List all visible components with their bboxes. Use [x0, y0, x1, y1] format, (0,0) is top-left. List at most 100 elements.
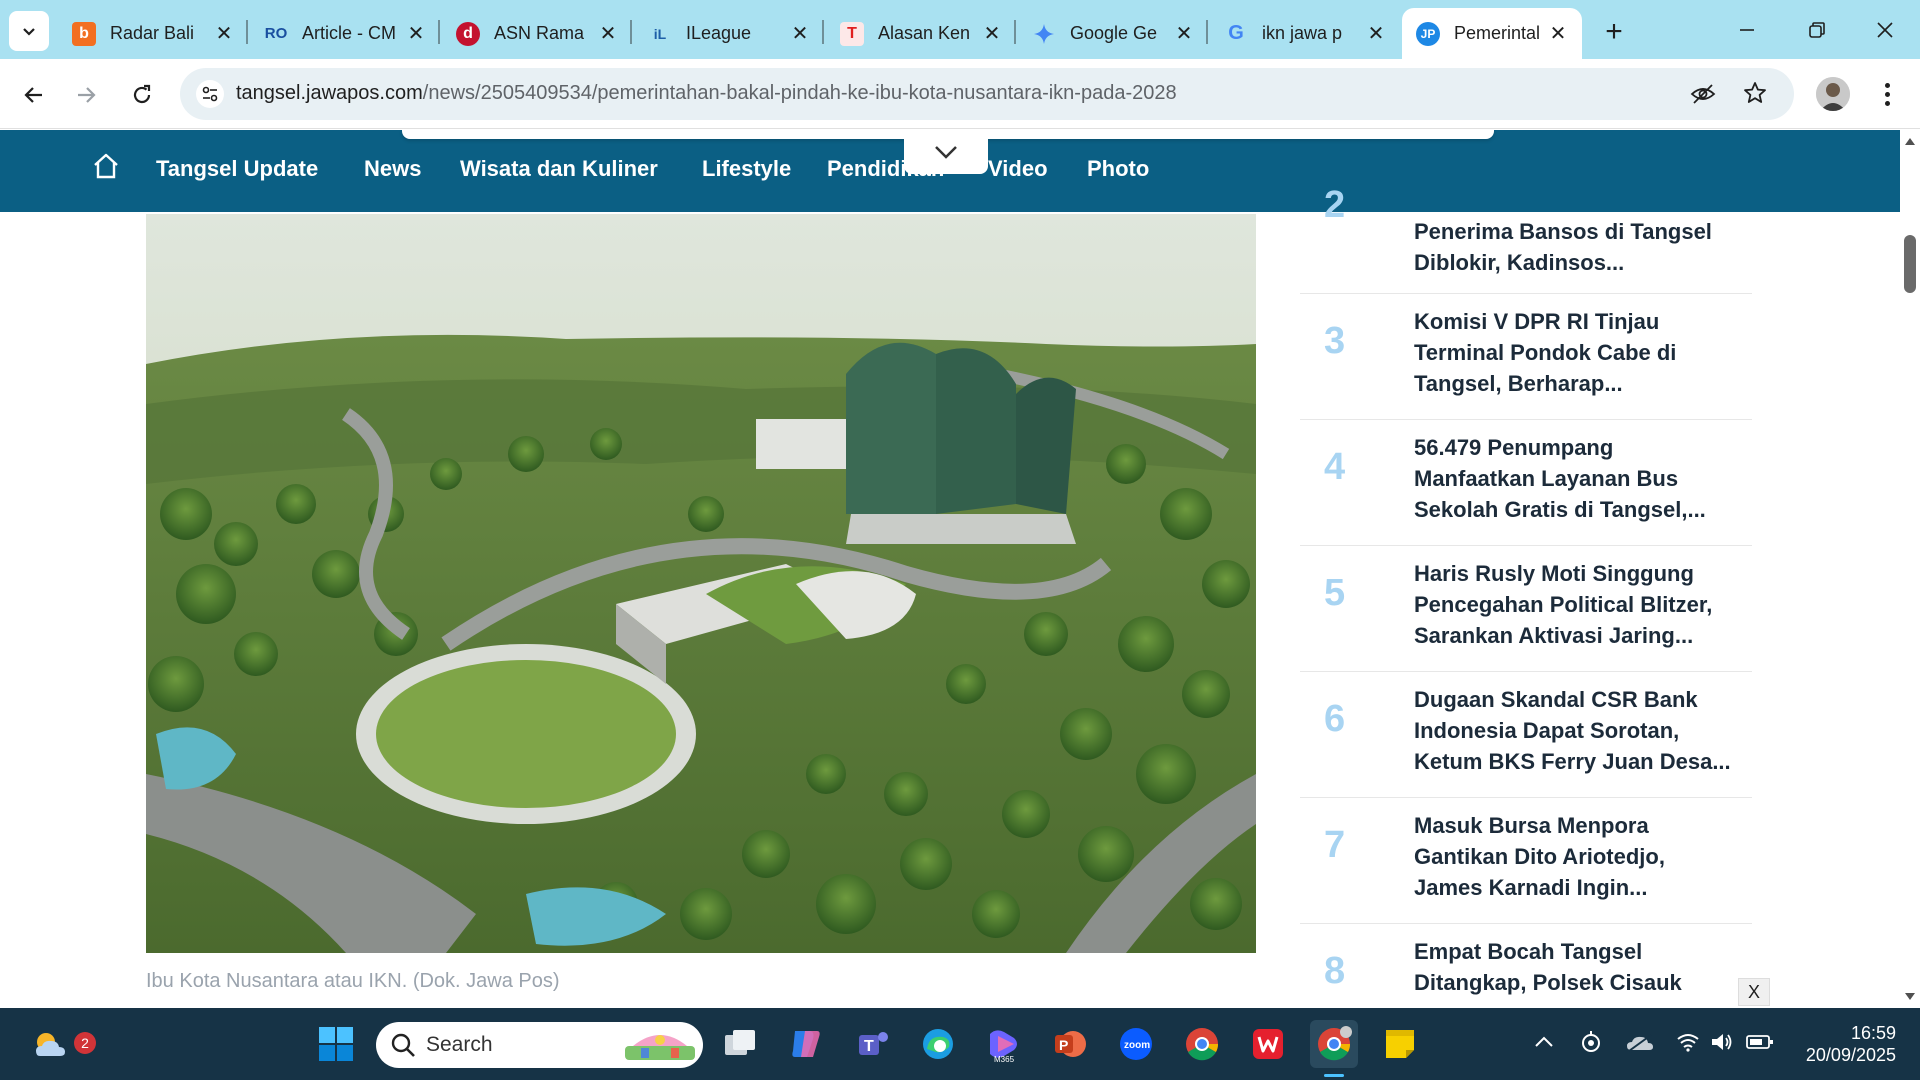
trending-title[interactable]: Penerima Bansos di Tangsel Diblokir, Kad… — [1414, 216, 1734, 278]
tab-radar-bali[interactable]: b Radar Bali ✕ — [58, 8, 248, 59]
nav-link-tangsel-update[interactable]: Tangsel Update — [156, 156, 318, 182]
chrome-profile-app-active[interactable] — [1310, 1020, 1358, 1068]
volume-icon[interactable] — [1710, 1032, 1734, 1052]
tab-google-search[interactable]: G ikn jawa p ✕ — [1210, 8, 1400, 59]
forward-button[interactable] — [66, 75, 106, 115]
edge-icon — [923, 1029, 953, 1059]
edge-app[interactable] — [914, 1020, 962, 1068]
nav-link-wisata-kuliner[interactable]: Wisata dan Kuliner — [460, 156, 658, 182]
wifi-icon[interactable] — [1676, 1032, 1700, 1052]
teams-icon: T — [859, 1032, 888, 1055]
close-tab-icon[interactable]: ✕ — [1174, 23, 1194, 45]
nav-link-video[interactable]: Video — [988, 156, 1048, 182]
tab-google-gemini[interactable]: Google Ge ✕ — [1018, 8, 1208, 59]
trending-item[interactable]: 7 Masuk Bursa Menpora Gantikan Dito Ario… — [1300, 798, 1752, 924]
nav-link-news[interactable]: News — [364, 156, 421, 182]
trending-title[interactable]: Komisi V DPR RI Tinjau Terminal Pondok C… — [1414, 306, 1734, 399]
tab-alasan-ken[interactable]: T Alasan Ken ✕ — [826, 8, 1016, 59]
search-icon — [391, 1033, 415, 1057]
close-window-button[interactable] — [1860, 10, 1910, 50]
restore-icon — [1809, 22, 1825, 38]
close-ad-button[interactable]: X — [1738, 978, 1770, 1006]
zoom-app[interactable]: zoom — [1112, 1020, 1160, 1068]
chrome-icon — [1318, 1026, 1352, 1061]
trending-title[interactable]: Empat Bocah Tangsel Ditangkap, Polsek Ci… — [1414, 936, 1734, 998]
nav-link-lifestyle[interactable]: Lifestyle — [702, 156, 791, 182]
trending-item[interactable]: 3 Komisi V DPR RI Tinjau Terminal Pondok… — [1300, 294, 1752, 420]
bookmark-button[interactable] — [1742, 80, 1768, 111]
chrome-app[interactable] — [1178, 1020, 1226, 1068]
expand-header-button[interactable] — [904, 130, 988, 174]
tab-ileague[interactable]: iL ILeague ✕ — [634, 8, 824, 59]
notification-badge: 2 — [74, 1032, 96, 1054]
star-icon — [1744, 82, 1766, 103]
trending-title[interactable]: 56.479 Penumpang Manfaatkan Layanan Bus … — [1414, 432, 1734, 525]
sticky-notes-app[interactable] — [1376, 1020, 1424, 1068]
url-text[interactable]: tangsel.jawapos.com/news/2505409534/peme… — [236, 82, 1177, 105]
weather-widget[interactable]: 2 — [26, 1020, 96, 1068]
teams-app[interactable]: T — [848, 1020, 896, 1068]
browser-toolbar: tangsel.jawapos.com/news/2505409534/peme… — [0, 59, 1920, 129]
browser-menu-button[interactable] — [1872, 77, 1902, 111]
location-icon[interactable] — [1580, 1030, 1602, 1054]
tab-search-button[interactable] — [9, 11, 49, 51]
scroll-down-icon[interactable] — [1904, 992, 1916, 1002]
m365-app[interactable]: M365 — [980, 1020, 1028, 1068]
close-tab-icon[interactable]: ✕ — [214, 23, 234, 45]
trending-item[interactable]: 2 Penerima Bansos di Tangsel Diblokir, K… — [1300, 130, 1752, 294]
site-info-button[interactable] — [196, 80, 224, 108]
scroll-up-icon[interactable] — [1904, 136, 1916, 146]
home-icon[interactable] — [92, 152, 120, 180]
jawapos-favicon-icon: JP — [1416, 21, 1440, 46]
close-tab-icon[interactable]: ✕ — [598, 23, 618, 45]
page-scrollbar[interactable] — [1900, 130, 1920, 1008]
trending-title[interactable]: Masuk Bursa Menpora Gantikan Dito Ariote… — [1414, 810, 1734, 903]
minimize-button[interactable] — [1722, 10, 1772, 50]
minimize-icon — [1740, 29, 1754, 31]
trending-item[interactable]: 5 Haris Rusly Moti Singgung Pencegahan P… — [1300, 546, 1752, 672]
tab-title: Alasan Ken — [878, 23, 971, 43]
new-tab-button[interactable]: + — [1596, 14, 1632, 50]
start-button[interactable] — [312, 1020, 360, 1068]
tab-strip: b Radar Bali ✕ RO Article - CM ✕ d ASN R… — [0, 0, 1920, 59]
trending-item[interactable]: 4 56.479 Penumpang Manfaatkan Layanan Bu… — [1300, 420, 1752, 546]
powerpoint-app[interactable]: P — [1046, 1020, 1094, 1068]
wps-app[interactable] — [1244, 1020, 1292, 1068]
close-tab-icon[interactable]: ✕ — [790, 23, 810, 45]
restore-button[interactable] — [1792, 10, 1842, 50]
tab-asn-rama[interactable]: d ASN Rama ✕ — [442, 8, 632, 59]
article-hero-image — [146, 214, 1256, 953]
close-tab-icon[interactable]: ✕ — [406, 23, 426, 45]
close-tab-icon[interactable]: ✕ — [982, 23, 1002, 45]
copilot-app[interactable] — [782, 1020, 830, 1068]
svg-text:zoom: zoom — [1124, 1040, 1150, 1051]
task-view-button[interactable] — [716, 1020, 764, 1068]
trending-item[interactable]: 6 Dugaan Skandal CSR Bank Indonesia Dapa… — [1300, 672, 1752, 798]
profile-avatar[interactable] — [1816, 77, 1850, 111]
onedrive-icon[interactable] — [1626, 1034, 1654, 1052]
tab-title: Article - CM — [302, 23, 396, 43]
eye-off-icon — [1690, 84, 1716, 104]
close-tab-icon[interactable]: ✕ — [1366, 23, 1386, 45]
battery-icon[interactable] — [1746, 1034, 1774, 1050]
tab-separator — [630, 20, 632, 44]
tab-article-cms[interactable]: RO Article - CM ✕ — [250, 8, 440, 59]
close-tab-icon[interactable]: ✕ — [1548, 23, 1568, 45]
trending-title[interactable]: Dugaan Skandal CSR Bank Indonesia Dapat … — [1414, 684, 1734, 777]
back-button[interactable] — [14, 75, 54, 115]
trending-item[interactable]: 8 Empat Bocah Tangsel Ditangkap, Polsek … — [1300, 924, 1752, 1008]
trending-title[interactable]: Haris Rusly Moti Singgung Pencegahan Pol… — [1414, 558, 1734, 651]
system-clock[interactable]: 16:59 20/09/2025 — [1796, 1022, 1896, 1066]
taskbar-search[interactable]: Search — [376, 1022, 703, 1068]
tracking-protection-button[interactable] — [1690, 81, 1716, 112]
copilot-icon — [792, 1031, 820, 1057]
chevron-up-icon[interactable] — [1534, 1034, 1554, 1050]
scrollbar-thumb[interactable] — [1904, 235, 1916, 293]
tab-title: Pemerintal — [1454, 23, 1541, 43]
reload-button[interactable] — [122, 75, 162, 115]
tab-active-jawapos[interactable]: JP Pemerintal ✕ — [1402, 8, 1582, 59]
address-bar[interactable]: tangsel.jawapos.com/news/2505409534/peme… — [180, 68, 1794, 120]
clock-time: 16:59 — [1850, 1023, 1896, 1043]
tab-title: ILeague — [686, 23, 752, 43]
nav-link-photo[interactable]: Photo — [1087, 156, 1149, 182]
